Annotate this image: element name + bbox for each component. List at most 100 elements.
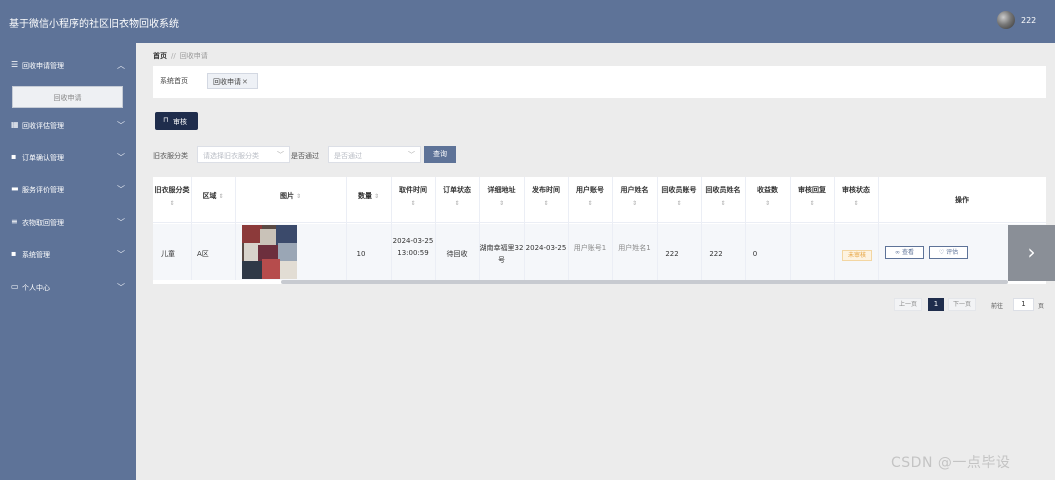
column-header-category[interactable]: 旧衣服分类 ⇕ xyxy=(153,184,191,210)
watermark: CSDN @一点毕设 xyxy=(891,455,1011,471)
status-badge: 未审核 xyxy=(842,250,872,261)
sidebar-item-service-review[interactable]: ▬ 服务评价管理 ﹀ xyxy=(0,181,136,199)
sidebar-item-label: 系统管理 xyxy=(22,251,50,259)
column-header-label: 用户姓名 xyxy=(620,186,649,194)
sort-icon[interactable]: ⇕ xyxy=(701,197,745,210)
cell-user-account: 用户账号1 xyxy=(573,244,607,252)
breadcrumb-home[interactable]: 首页 xyxy=(153,52,167,60)
sort-icon[interactable]: ⇕ xyxy=(790,197,834,210)
clothes-photo-image xyxy=(242,225,297,279)
chevron-right-icon[interactable]: › xyxy=(1008,225,1055,281)
column-header-label: 收益数 xyxy=(757,186,778,194)
column-header-collector-account[interactable]: 回收员账号 ⇕ xyxy=(657,184,701,210)
audit-button[interactable]: ⊓ 审核 xyxy=(155,112,198,130)
sidebar-item-recycle-evaluation[interactable]: ▦ 回收评估管理 ﹀ xyxy=(0,117,136,135)
username[interactable]: 222 xyxy=(1021,16,1036,25)
grid-icon: ▪ xyxy=(11,249,17,258)
top-bar: 基于微信小程序的社区旧衣物回收系统 222 xyxy=(0,0,1055,43)
category-select[interactable]: 请选择旧衣服分类 ﹀ xyxy=(197,146,290,163)
sidebar: ☰ 回收申请管理 ︿ 回收申请 ▦ 回收评估管理 ﹀ ▪ 订单确认管理 ﹀ ▬ … xyxy=(0,43,136,480)
chevron-up-icon: ︿ xyxy=(117,61,125,70)
cell-pickup-time: 2024-03-25 13:00:59 xyxy=(392,237,434,257)
column-header-collector-name[interactable]: 回收员姓名 ⇕ xyxy=(701,184,745,210)
cell-area: A区 xyxy=(197,250,209,258)
sort-icon[interactable]: ⇕ xyxy=(612,197,657,210)
sidebar-item-label: 订单确认管理 xyxy=(22,154,64,162)
sort-icon[interactable]: ⇕ xyxy=(657,197,701,210)
sort-icon[interactable]: ⇕ xyxy=(568,197,612,210)
column-header-pickup-time[interactable]: 取件时间 ⇕ xyxy=(391,184,435,210)
approved-select-placeholder: 是否通过 xyxy=(334,152,362,160)
sort-icon[interactable]: ⇕ xyxy=(374,193,379,200)
cell-address: 湖南幸福里32号 xyxy=(479,244,524,264)
sort-icon[interactable]: ⇕ xyxy=(479,197,524,210)
column-header-review-status[interactable]: 审核状态 ⇕ xyxy=(834,184,878,210)
cell-earnings: 0 xyxy=(752,250,758,258)
sort-icon[interactable]: ⇕ xyxy=(391,197,435,210)
column-header-publish-time[interactable]: 发布时间 ⇕ xyxy=(524,184,568,210)
tab-system-home[interactable]: 系统首页 xyxy=(160,73,198,89)
approved-select[interactable]: 是否通过 ﹀ xyxy=(328,146,421,163)
cell-publish-time: 2024-03-25 xyxy=(525,244,567,252)
sidebar-subitem-recycle-application[interactable]: 回收申请 xyxy=(12,86,123,108)
search-button[interactable]: 查询 xyxy=(424,146,456,163)
column-header-label: 审核状态 xyxy=(842,186,870,194)
horizontal-scrollbar[interactable] xyxy=(281,280,1008,284)
column-header-label: 回收员账号 xyxy=(661,186,697,194)
sort-icon[interactable]: ⇕ xyxy=(153,197,191,210)
chevron-down-icon: ﹀ xyxy=(408,151,415,159)
chevron-down-icon: ﹀ xyxy=(117,283,125,292)
cell-order-status: 待回收 xyxy=(446,250,468,258)
sort-icon[interactable]: ⇕ xyxy=(524,197,568,210)
column-header-address[interactable]: 详细地址 ⇕ xyxy=(479,184,524,210)
chevron-down-icon: ﹀ xyxy=(117,185,125,194)
evaluate-button[interactable]: ♡ 评估 xyxy=(929,246,968,259)
next-page-button[interactable]: 下一页 xyxy=(948,298,976,311)
sort-icon[interactable]: ⇕ xyxy=(745,197,790,210)
cell-collector-account: 222 xyxy=(665,250,679,258)
column-header-label: 取件时间 xyxy=(399,186,427,194)
view-button[interactable]: ∞ 查看 xyxy=(885,246,924,259)
sidebar-item-label: 回收申请管理 xyxy=(22,62,64,70)
sort-icon[interactable]: ⇕ xyxy=(296,193,301,200)
column-header-earnings[interactable]: 收益数 ⇕ xyxy=(745,184,790,210)
breadcrumb-current: 回收申请 xyxy=(179,52,208,60)
prev-page-button[interactable]: 上一页 xyxy=(894,298,922,311)
chevron-down-icon: ﹀ xyxy=(117,218,125,227)
sidebar-item-personal-center[interactable]: ▭ 个人中心 ﹀ xyxy=(0,279,136,297)
column-header-review-reply[interactable]: 审核回复 ⇕ xyxy=(790,184,834,210)
clothes-photo[interactable] xyxy=(242,225,297,279)
filter-category-label: 旧衣服分类 xyxy=(153,152,188,160)
column-header-label: 详细地址 xyxy=(487,186,516,194)
sidebar-subitem-label: 回收申请 xyxy=(53,94,82,102)
column-header-label: 回收员姓名 xyxy=(705,186,741,194)
app-title: 基于微信小程序的社区旧衣物回收系统 xyxy=(9,19,179,30)
sort-icon[interactable]: ⇕ xyxy=(834,197,878,210)
sidebar-item-clothes-retrieval[interactable]: ≡ 衣物取回管理 ﹀ xyxy=(0,214,136,232)
sort-icon[interactable]: ⇕ xyxy=(435,197,479,210)
column-header-quantity[interactable]: 数量 ⇕ xyxy=(346,190,391,203)
sort-icon[interactable]: ⇕ xyxy=(218,193,223,200)
column-header-area[interactable]: 区域 ⇕ xyxy=(191,190,235,203)
sidebar-item-order-confirmation[interactable]: ▪ 订单确认管理 ﹀ xyxy=(0,149,136,167)
sidebar-item-label: 个人中心 xyxy=(22,284,50,292)
current-page-indicator[interactable]: 1 xyxy=(928,298,944,311)
goto-page-input[interactable]: 1 xyxy=(1013,298,1034,311)
column-header-user-account[interactable]: 用户账号 ⇕ xyxy=(568,184,612,210)
breadcrumb: 首页 //回收申请 xyxy=(153,51,208,61)
filter-approved-label: 是否通过 xyxy=(291,152,319,160)
sidebar-item-system-management[interactable]: ▪ 系统管理 ﹀ xyxy=(0,246,136,264)
column-header-order-status[interactable]: 订单状态 ⇕ xyxy=(435,184,479,210)
column-header-label: 区域 xyxy=(202,192,217,200)
sidebar-item-recycle-application[interactable]: ☰ 回收申请管理 ︿ xyxy=(0,57,136,75)
avatar[interactable] xyxy=(997,11,1015,29)
data-table: 旧衣服分类 ⇕ 区域 ⇕ 图片 ⇕ 数量 ⇕ 取件时间 ⇕ 订单状态 ⇕ 详细地址 ⇕ 发布时… xyxy=(153,177,1046,284)
tab-recycle-application[interactable]: 回收申请✕ xyxy=(207,73,258,89)
cell-category: 儿童 xyxy=(161,250,175,258)
column-header-user-name[interactable]: 用户姓名 ⇕ xyxy=(612,184,657,210)
close-icon[interactable]: ✕ xyxy=(242,78,248,86)
list-icon: ☰ xyxy=(11,60,19,69)
cell-collector-name: 222 xyxy=(709,250,723,258)
column-header-photo[interactable]: 图片 ⇕ xyxy=(235,190,346,203)
column-header-label: 审核回复 xyxy=(798,186,826,194)
